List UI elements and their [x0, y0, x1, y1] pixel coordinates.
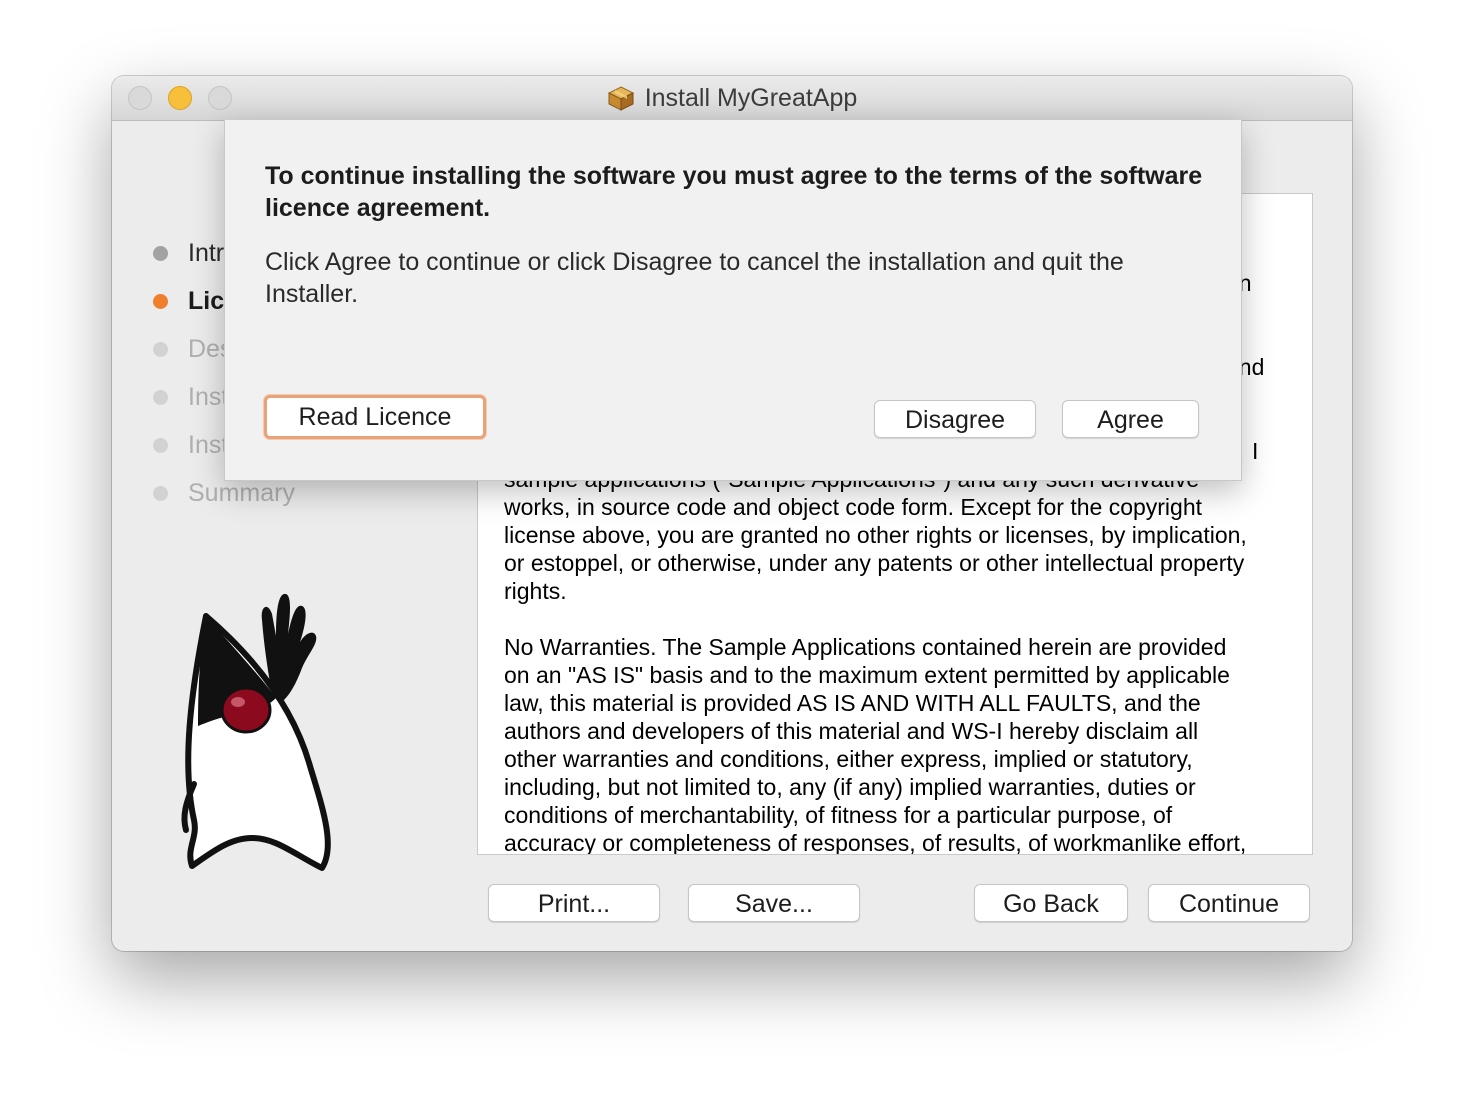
go-back-button[interactable]: Go Back: [974, 884, 1128, 922]
step-dot: [153, 390, 168, 405]
continue-button[interactable]: Continue: [1148, 884, 1310, 922]
licence-fragment: I: [1252, 438, 1259, 464]
step-dot: [153, 438, 168, 453]
licence-body: sample applications ("Sample Application…: [504, 465, 1294, 855]
window-title-group: Install MyGreatApp: [112, 76, 1352, 120]
step-label: Summary: [188, 479, 295, 507]
title-bar[interactable]: Install MyGreatApp: [112, 76, 1352, 121]
step-dot: [153, 342, 168, 357]
duke-mascot-icon: [181, 593, 331, 871]
step-dot: [153, 294, 168, 309]
save-button[interactable]: Save...: [688, 884, 860, 922]
print-button[interactable]: Print...: [488, 884, 660, 922]
package-icon: [607, 86, 634, 111]
step-dot: [153, 246, 168, 261]
installer-window: Install MyGreatApp Introduction Licence …: [112, 76, 1352, 951]
window-title: Install MyGreatApp: [644, 83, 858, 112]
disagree-button[interactable]: Disagree: [874, 400, 1036, 438]
licence-paragraph: sample applications ("Sample Application…: [504, 466, 1247, 604]
agree-button[interactable]: Agree: [1062, 400, 1199, 438]
sheet-message: Click Agree to continue or click Disagre…: [265, 248, 1124, 308]
licence-agreement-sheet: To continue installing the software you …: [224, 120, 1242, 481]
step-dot: [153, 486, 168, 501]
read-licence-button[interactable]: Read Licence: [264, 395, 486, 439]
sheet-heading: To continue installing the software you …: [265, 162, 1203, 222]
licence-paragraph: No Warranties. The Sample Applications c…: [504, 634, 1247, 855]
